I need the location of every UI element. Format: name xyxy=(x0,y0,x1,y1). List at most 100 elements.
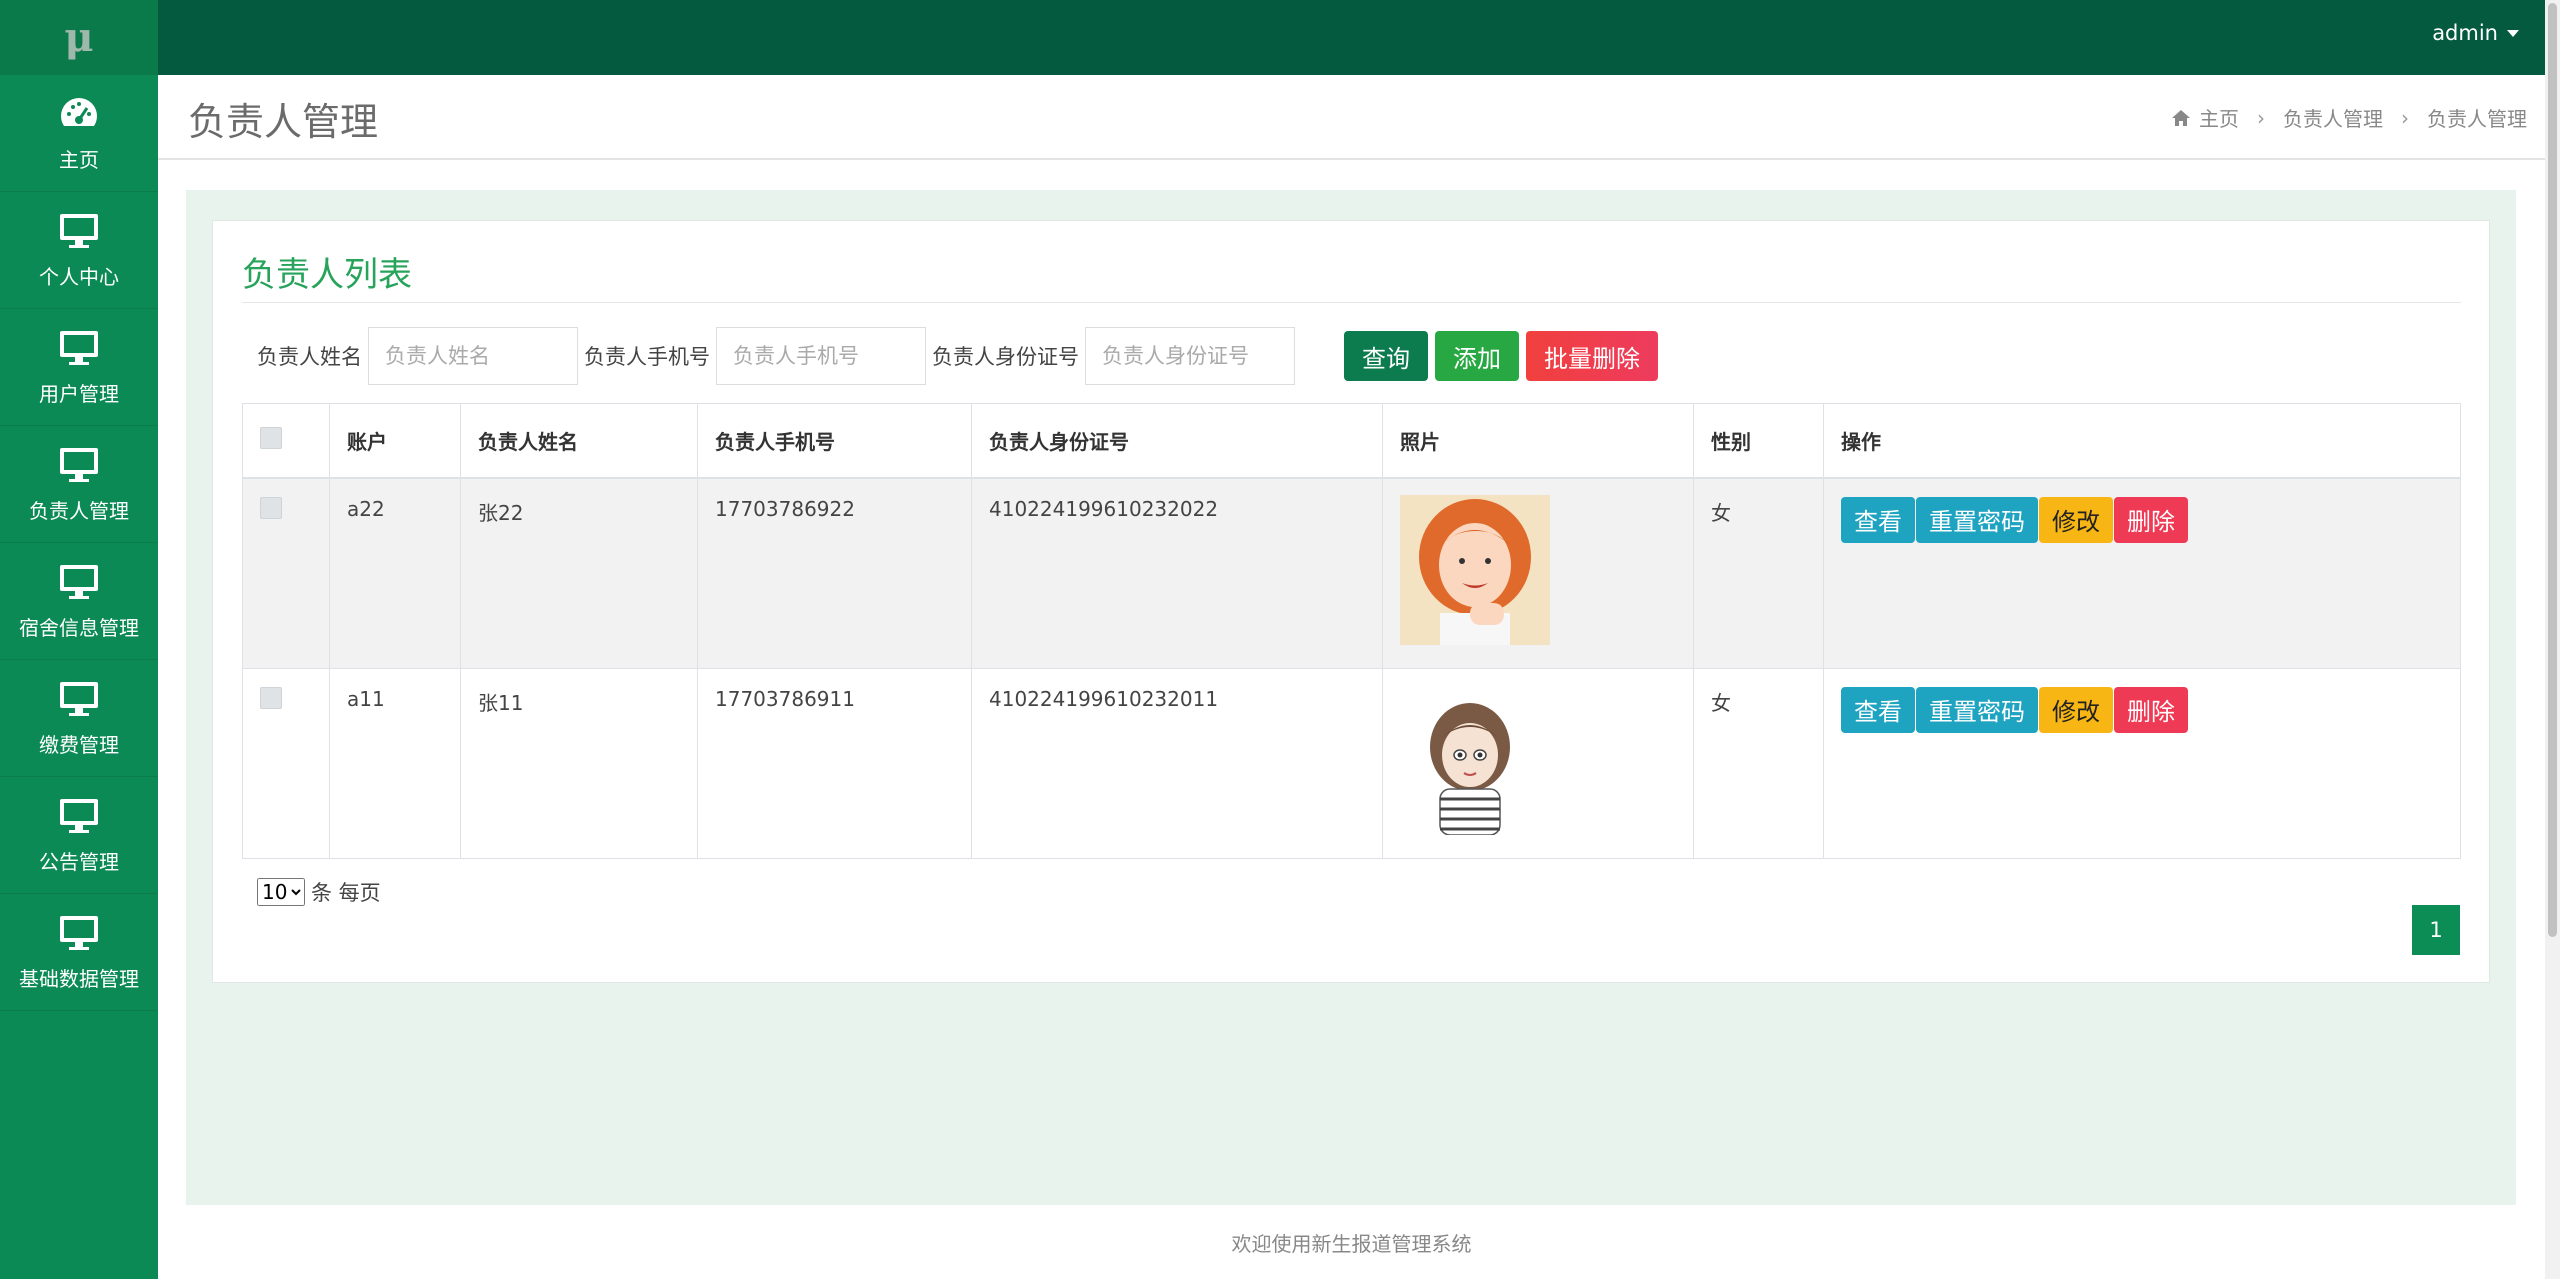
sidebar-item-label: 个人中心 xyxy=(39,264,119,289)
view-button[interactable]: 查看 xyxy=(1841,686,1915,733)
sidebar-item-label: 基础数据管理 xyxy=(19,966,139,991)
sidebar-item-label: 负责人管理 xyxy=(29,498,129,523)
logo[interactable]: μ xyxy=(0,0,158,75)
actions-cell: 查看 重置密码 修改 删除 xyxy=(1823,477,2461,669)
column-header: 操作 xyxy=(1823,403,2461,479)
account-cell: a11 xyxy=(329,667,461,859)
gender-cell: 女 xyxy=(1693,667,1824,859)
column-header: 账户 xyxy=(329,403,461,479)
topbar: admin xyxy=(158,0,2545,75)
select-all-checkbox[interactable] xyxy=(260,426,282,449)
column-header: 照片 xyxy=(1382,403,1694,479)
footer: 欢迎使用新生报道管理系统 xyxy=(158,1205,2545,1279)
user-menu[interactable]: admin xyxy=(2432,0,2519,66)
name-search-input[interactable] xyxy=(368,327,578,385)
breadcrumb-home[interactable]: 主页 xyxy=(2199,103,2239,132)
name-cell: 张11 xyxy=(460,667,698,859)
phone-cell: 17703786922 xyxy=(697,477,972,669)
search-form: 负责人姓名 负责人手机号 负责人身份证号 查询 添加 批量删除 xyxy=(257,327,1665,385)
photo-cell xyxy=(1382,477,1694,669)
monitor-icon xyxy=(60,915,98,950)
actions-cell: 查看 重置密码 修改 删除 xyxy=(1823,667,2461,859)
sidebar-item-label: 用户管理 xyxy=(39,381,119,406)
panel-title: 负责人列表 xyxy=(242,255,412,295)
sidebar-item-basedata[interactable]: 基础数据管理 xyxy=(0,894,158,1011)
sidebar-item-label: 主页 xyxy=(59,147,99,172)
managers-table: 账户 负责人姓名 负责人手机号 负责人身份证号 照片 性别 操作 a22 张22… xyxy=(242,403,2461,859)
sidebar-item-label: 宿舍信息管理 xyxy=(19,615,139,640)
reset-password-button[interactable]: 重置密码 xyxy=(1916,496,2038,543)
vertical-scrollbar[interactable] xyxy=(2545,0,2560,1279)
sidebar-item-managers[interactable]: 负责人管理 xyxy=(0,426,158,543)
page-size-control: 10 条 每页 xyxy=(257,877,381,907)
sidebar-item-dorms[interactable]: 宿舍信息管理 xyxy=(0,543,158,660)
breadcrumb-separator-icon: › xyxy=(2257,105,2265,130)
delete-button[interactable]: 删除 xyxy=(2114,496,2188,543)
monitor-icon xyxy=(60,564,98,599)
idcard-cell: 410224199610232022 xyxy=(971,477,1383,669)
page-size-suffix: 条 每页 xyxy=(311,881,381,905)
gender-cell: 女 xyxy=(1693,477,1824,669)
breadcrumb-separator-icon: › xyxy=(2401,105,2409,130)
reset-password-button[interactable]: 重置密码 xyxy=(1916,686,2038,733)
phone-cell: 17703786911 xyxy=(697,667,972,859)
photo-cell xyxy=(1382,667,1694,859)
page-size-select[interactable]: 10 xyxy=(257,878,305,906)
monitor-icon xyxy=(60,681,98,716)
list-panel: 负责人列表 负责人姓名 负责人手机号 负责人身份证号 查询 添加 批量删除 账户… xyxy=(212,220,2490,983)
page-number-button[interactable]: 1 xyxy=(2412,905,2460,955)
logo-text: μ xyxy=(64,14,94,61)
column-header: 性别 xyxy=(1693,403,1824,479)
dashboard-icon xyxy=(60,97,98,126)
page-header: 负责人管理 主页 › 负责人管理 › 负责人管理 xyxy=(158,75,2545,160)
name-cell: 张22 xyxy=(460,477,698,669)
edit-button[interactable]: 修改 xyxy=(2039,686,2113,733)
column-header: 负责人姓名 xyxy=(460,403,698,479)
row-checkbox[interactable] xyxy=(260,686,282,709)
page-title: 负责人管理 xyxy=(188,100,379,144)
monitor-icon xyxy=(60,330,98,365)
phone-label: 负责人手机号 xyxy=(584,345,710,369)
row-checkbox[interactable] xyxy=(260,496,282,519)
sidebar-item-notices[interactable]: 公告管理 xyxy=(0,777,158,894)
scrollbar-thumb[interactable] xyxy=(2548,3,2557,937)
phone-search-input[interactable] xyxy=(716,327,926,385)
idcard-search-input[interactable] xyxy=(1085,327,1295,385)
table-row: a11 张11 17703786911 410224199610232011 女… xyxy=(242,667,2461,859)
manager-photo[interactable] xyxy=(1400,684,1550,836)
footer-text: 欢迎使用新生报道管理系统 xyxy=(1231,1231,1472,1256)
sidebar-item-users[interactable]: 用户管理 xyxy=(0,309,158,426)
monitor-icon xyxy=(60,447,98,482)
add-button[interactable]: 添加 xyxy=(1435,331,1519,381)
breadcrumb-section[interactable]: 负责人管理 xyxy=(2283,103,2383,132)
column-header: 负责人身份证号 xyxy=(971,403,1383,479)
sidebar-item-profile[interactable]: 个人中心 xyxy=(0,192,158,309)
divider xyxy=(242,302,2461,303)
idcard-cell: 410224199610232011 xyxy=(971,667,1383,859)
account-cell: a22 xyxy=(329,477,461,669)
table-row: a22 张22 17703786922 410224199610232022 女… xyxy=(242,477,2461,669)
row-select-cell xyxy=(242,667,330,859)
select-all-cell xyxy=(242,403,330,479)
sidebar-item-home[interactable]: 主页 xyxy=(0,75,158,192)
table-header-row: 账户 负责人姓名 负责人手机号 负责人身份证号 照片 性别 操作 xyxy=(242,403,2461,479)
idcard-label: 负责人身份证号 xyxy=(932,345,1079,369)
sidebar-item-label: 公告管理 xyxy=(39,849,119,874)
name-label: 负责人姓名 xyxy=(257,345,362,369)
view-button[interactable]: 查看 xyxy=(1841,496,1915,543)
username: admin xyxy=(2432,21,2498,45)
edit-button[interactable]: 修改 xyxy=(2039,496,2113,543)
breadcrumb-current: 负责人管理 xyxy=(2427,107,2527,131)
column-header: 负责人手机号 xyxy=(697,403,972,479)
breadcrumb: 主页 › 负责人管理 › 负责人管理 xyxy=(2171,103,2527,132)
delete-button[interactable]: 删除 xyxy=(2114,686,2188,733)
batch-delete-button[interactable]: 批量删除 xyxy=(1526,331,1658,381)
sidebar-item-label: 缴费管理 xyxy=(39,732,119,757)
row-select-cell xyxy=(242,477,330,669)
monitor-icon xyxy=(60,798,98,833)
monitor-icon xyxy=(60,213,98,248)
home-icon xyxy=(2172,109,2190,126)
sidebar-item-payments[interactable]: 缴费管理 xyxy=(0,660,158,777)
query-button[interactable]: 查询 xyxy=(1344,331,1428,381)
manager-photo[interactable] xyxy=(1400,494,1550,645)
